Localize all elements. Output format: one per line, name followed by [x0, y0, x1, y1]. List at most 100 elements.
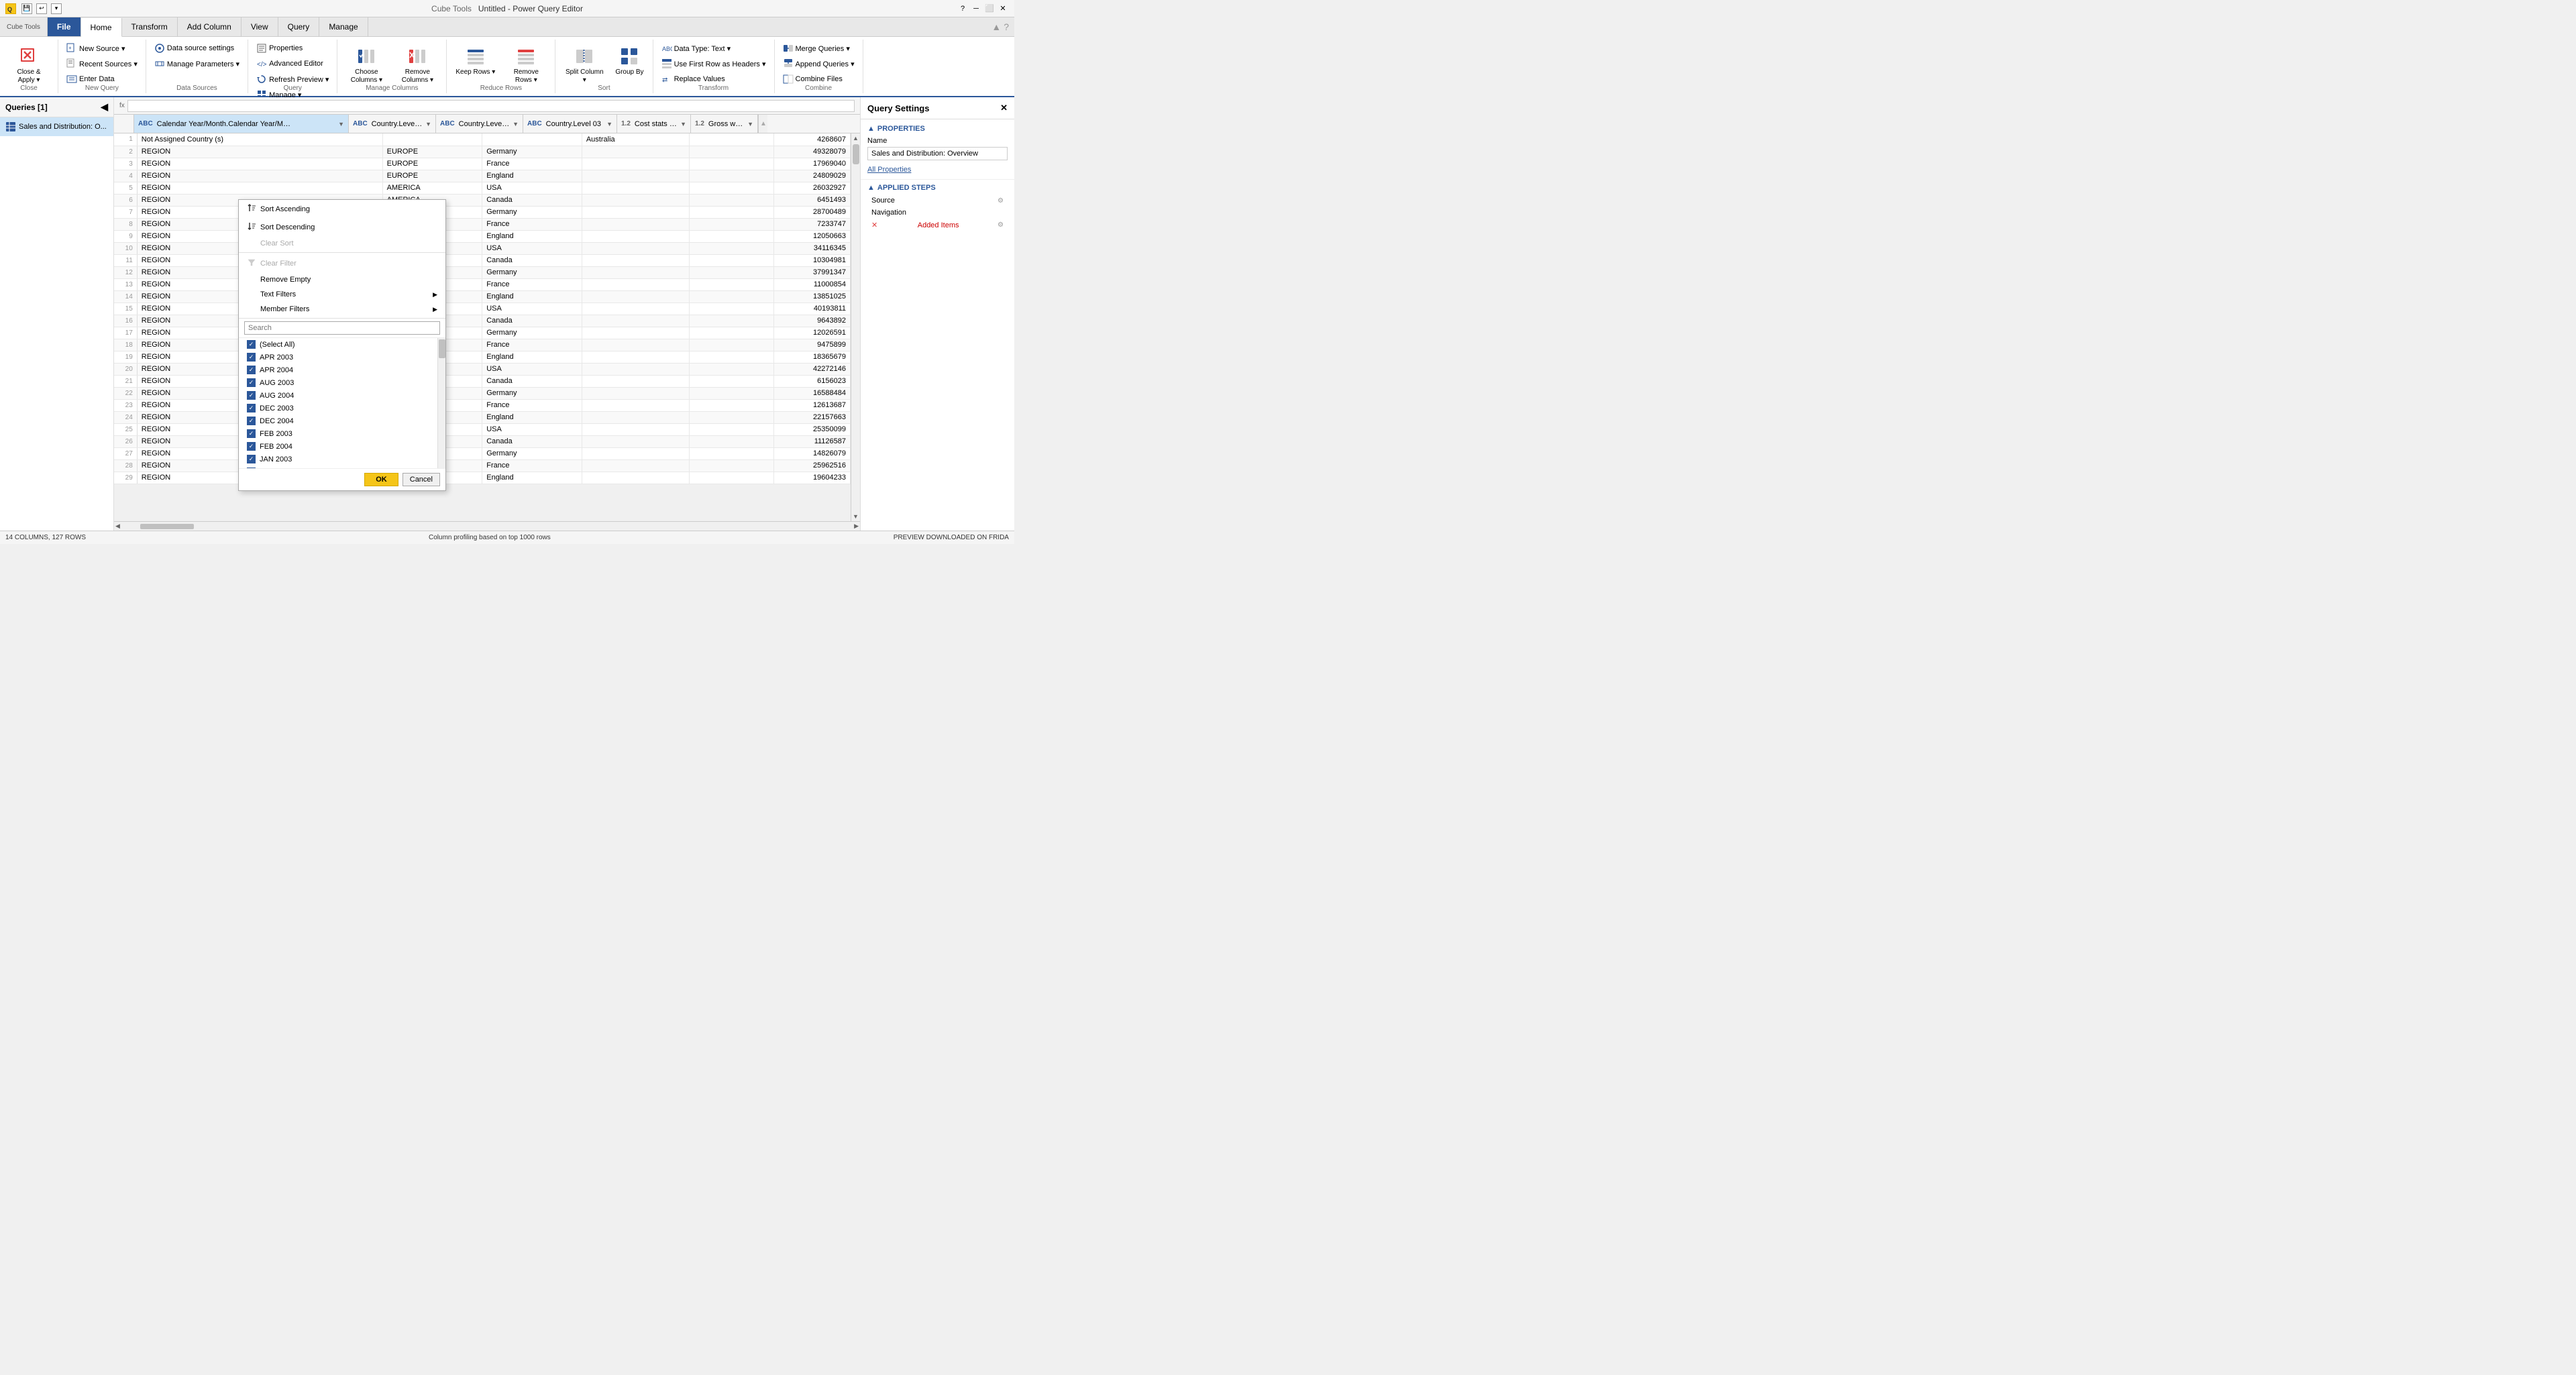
- text-filters-item[interactable]: Text Filters ▶: [239, 287, 445, 302]
- filter-check-item[interactable]: ✓(Select All): [239, 338, 445, 351]
- tab-view[interactable]: View: [241, 17, 278, 36]
- col-header-5[interactable]: 1.2 Gross weight ▼: [691, 115, 758, 133]
- filter-list-scroll-thumb[interactable]: [439, 339, 445, 358]
- sort-descending-item[interactable]: Sort Descending: [239, 218, 445, 236]
- advanced-editor-button[interactable]: </> Advanced Editor: [252, 56, 327, 71]
- col-filter-btn-5[interactable]: ▼: [747, 121, 753, 127]
- filter-checkbox-9[interactable]: ✓: [247, 455, 256, 463]
- col-filter-btn-0[interactable]: ▼: [338, 121, 344, 127]
- use-first-row-button[interactable]: Use First Row as Headers ▾: [657, 56, 770, 71]
- close-button[interactable]: ✕: [997, 3, 1009, 15]
- save-icon[interactable]: 💾: [21, 3, 32, 14]
- col-filter-btn-2[interactable]: ▼: [513, 121, 519, 127]
- col-header-2[interactable]: ABC Country.Level 02 ▼: [436, 115, 523, 133]
- tab-manage[interactable]: Manage: [319, 17, 368, 36]
- query-item[interactable]: Sales and Distribution: O...: [0, 117, 113, 136]
- choose-columns-button[interactable]: Choose Columns ▾: [341, 42, 391, 88]
- step-navigation[interactable]: Navigation: [867, 207, 1008, 219]
- grid-scroll-area[interactable]: 1Not Assigned Country (s)Australia426860…: [114, 133, 851, 521]
- dropdown-icon[interactable]: ▾: [51, 3, 62, 14]
- append-queries-button[interactable]: Append Queries ▾: [779, 56, 859, 71]
- manage-parameters-button[interactable]: Manage Parameters ▾: [150, 56, 244, 71]
- group-by-button[interactable]: Group By: [610, 42, 648, 80]
- table-cell: 10304981: [773, 254, 850, 266]
- hscroll-thumb[interactable]: [140, 524, 194, 529]
- vertical-scrollbar[interactable]: ▲ ▼: [851, 133, 860, 521]
- ribbon-help-icon[interactable]: ?: [1004, 21, 1009, 32]
- filter-checkbox-2[interactable]: ✓: [247, 366, 256, 374]
- help-button[interactable]: ?: [957, 3, 969, 15]
- filter-check-item[interactable]: ✓AUG 2003: [239, 376, 445, 389]
- filter-check-item[interactable]: ✓APR 2004: [239, 364, 445, 376]
- data-source-settings-button[interactable]: Data source settings: [150, 41, 238, 56]
- new-source-button[interactable]: + New Source ▾: [62, 41, 129, 56]
- filter-checkbox-4[interactable]: ✓: [247, 391, 256, 400]
- keep-rows-button[interactable]: Keep Rows ▾: [451, 42, 500, 80]
- filter-check-item[interactable]: ✓APR 2003: [239, 351, 445, 364]
- tab-transform[interactable]: Transform: [122, 17, 178, 36]
- filter-check-item[interactable]: ✓JAN 2003: [239, 453, 445, 465]
- table-cell: [582, 363, 689, 375]
- filter-checkbox-6[interactable]: ✓: [247, 417, 256, 425]
- filter-checkbox-3[interactable]: ✓: [247, 378, 256, 387]
- filter-search-input[interactable]: [244, 321, 440, 335]
- filter-checkbox-0[interactable]: ✓: [247, 340, 256, 349]
- col-header-4[interactable]: 1.2 Cost stats currency ▼: [617, 115, 691, 133]
- filter-check-item[interactable]: ✓FEB 2004: [239, 440, 445, 453]
- sort-ascending-item[interactable]: Sort Ascending: [239, 200, 445, 218]
- table-cell: [689, 363, 773, 375]
- remove-rows-button[interactable]: Remove Rows ▾: [501, 42, 551, 88]
- undo-icon[interactable]: ↩: [36, 3, 47, 14]
- col-filter-btn-3[interactable]: ▼: [606, 121, 612, 127]
- table-row: 4REGIONEUROPEEngland24809029: [114, 170, 851, 182]
- filter-check-item[interactable]: ✓JAN 2004: [239, 465, 445, 468]
- merge-queries-button[interactable]: Merge Queries ▾: [779, 41, 854, 56]
- step-added-items-gear[interactable]: ⚙: [998, 221, 1004, 229]
- ribbon-minimize-icon[interactable]: ▲: [991, 21, 1001, 32]
- formula-input[interactable]: [127, 100, 855, 112]
- all-properties-link[interactable]: All Properties: [867, 166, 911, 174]
- step-source-gear[interactable]: ⚙: [998, 197, 1004, 205]
- horizontal-scrollbar[interactable]: ◀ ▶: [114, 521, 860, 531]
- data-type-button[interactable]: ABC Data Type: Text ▾: [657, 41, 735, 56]
- tab-file[interactable]: File: [48, 17, 81, 36]
- remove-empty-item[interactable]: Remove Empty: [239, 272, 445, 287]
- hscroll-track[interactable]: [120, 523, 854, 530]
- filter-cancel-button[interactable]: Cancel: [402, 473, 440, 486]
- member-filters-item[interactable]: Member Filters ▶: [239, 302, 445, 317]
- minimize-button[interactable]: ─: [970, 3, 982, 15]
- filter-check-item[interactable]: ✓DEC 2004: [239, 415, 445, 427]
- filter-check-item[interactable]: ✓DEC 2003: [239, 402, 445, 415]
- settings-close-button[interactable]: ✕: [1000, 103, 1008, 113]
- col-filter-btn-1[interactable]: ▼: [425, 121, 431, 127]
- remove-columns-button[interactable]: Remove Columns ▾: [392, 42, 442, 88]
- tab-query[interactable]: Query: [278, 17, 320, 36]
- table-cell: [582, 423, 689, 435]
- col-header-0[interactable]: ABC Calendar Year/Month.Calendar Year/Mo…: [134, 115, 349, 133]
- filter-check-item[interactable]: ✓FEB 2003: [239, 427, 445, 440]
- query-name-input[interactable]: [867, 147, 1008, 160]
- vscroll-thumb[interactable]: [853, 144, 859, 164]
- filter-checkbox-5[interactable]: ✓: [247, 404, 256, 412]
- filter-check-item[interactable]: ✓AUG 2004: [239, 389, 445, 402]
- properties-button[interactable]: Properties: [252, 41, 307, 56]
- step-source[interactable]: Source ⚙: [867, 195, 1008, 207]
- split-column-button[interactable]: Split Column ▾: [559, 42, 609, 88]
- filter-checkbox-1[interactable]: ✓: [247, 353, 256, 362]
- maximize-button[interactable]: ⬜: [983, 3, 996, 15]
- filter-checkbox-7[interactable]: ✓: [247, 429, 256, 438]
- col-header-1[interactable]: ABC Country.Level 01 ▼: [349, 115, 436, 133]
- table-cell: 14826079: [773, 447, 850, 459]
- collapse-queries-button[interactable]: ◀: [101, 101, 108, 113]
- ribbon-group-combine: Merge Queries ▾ Append Queries ▾ Combine…: [775, 40, 863, 93]
- col-header-3[interactable]: ABC Country.Level 03 ▼: [523, 115, 617, 133]
- step-added-items[interactable]: ✕ Added Items ⚙: [867, 219, 1008, 231]
- filter-checkbox-8[interactable]: ✓: [247, 442, 256, 451]
- filter-list-scrollbar[interactable]: [437, 338, 445, 468]
- tab-add-column[interactable]: Add Column: [178, 17, 241, 36]
- tab-home[interactable]: Home: [81, 18, 122, 37]
- col-filter-btn-4[interactable]: ▼: [680, 121, 686, 127]
- filter-ok-button[interactable]: OK: [364, 473, 398, 486]
- close-apply-button[interactable]: Close & Apply ▾: [4, 42, 54, 88]
- recent-sources-button[interactable]: Recent Sources ▾: [62, 56, 142, 71]
